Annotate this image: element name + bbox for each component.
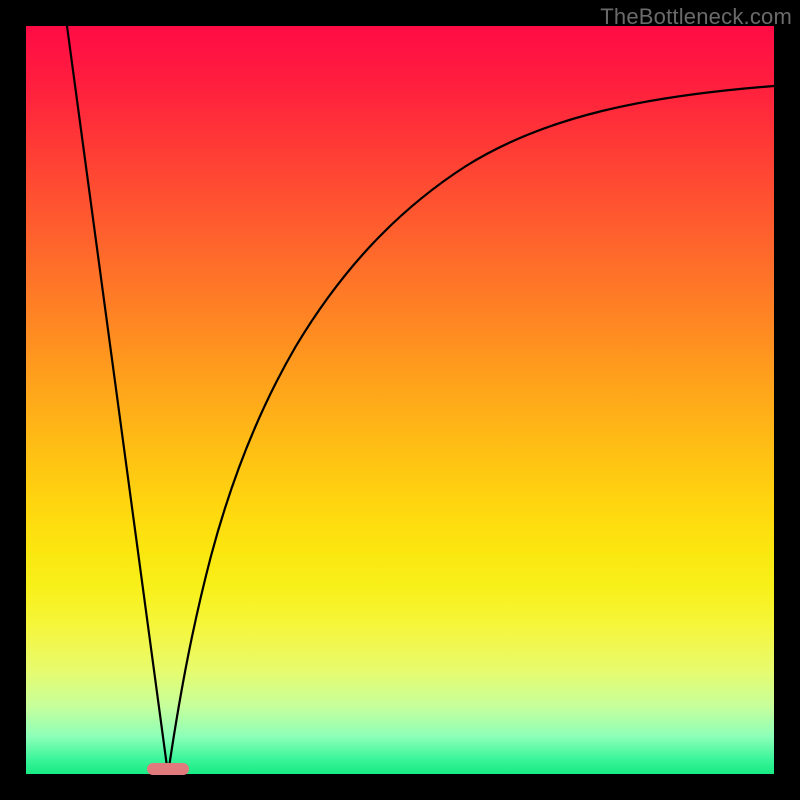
watermark-text: TheBottleneck.com bbox=[600, 4, 792, 30]
bottleneck-curve bbox=[26, 26, 774, 774]
plot-area bbox=[26, 26, 774, 774]
curve-left-branch bbox=[67, 26, 168, 774]
curve-right-branch bbox=[168, 86, 774, 774]
minimum-marker bbox=[147, 763, 189, 775]
chart-frame: TheBottleneck.com bbox=[0, 0, 800, 800]
